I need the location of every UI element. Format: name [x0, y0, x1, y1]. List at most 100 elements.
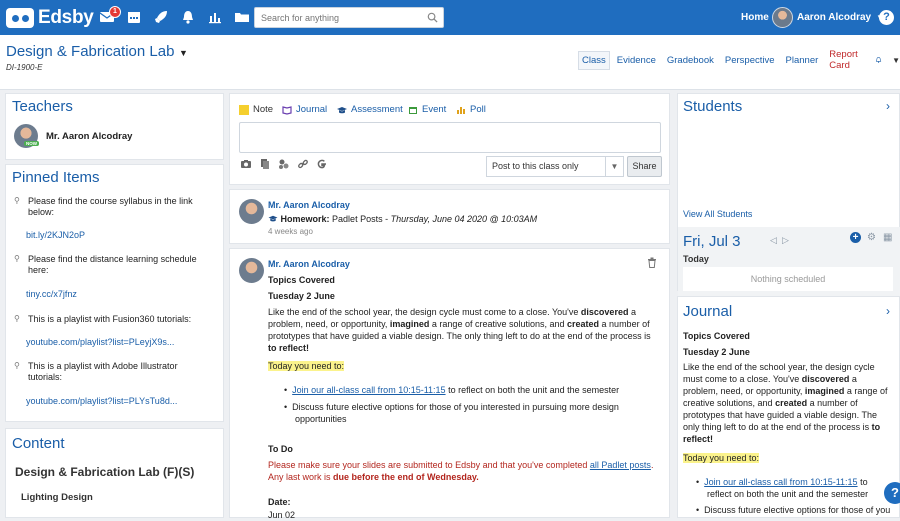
user-menu[interactable]: Aaron Alcodray ▼ [772, 7, 884, 28]
search-box[interactable] [254, 7, 444, 28]
need-line: Today you need to: [268, 360, 345, 372]
post-text-area[interactable] [239, 122, 661, 153]
edsby-logo[interactable]: Edsby [6, 7, 94, 29]
content-course-title[interactable]: Design & Fabrication Lab (F)(S) [15, 465, 194, 479]
todo-deadline: due before the end of Wednesday. [333, 472, 479, 482]
share-button[interactable]: Share [627, 156, 662, 177]
calendar-icon[interactable] [126, 9, 142, 25]
shapes-icon[interactable] [278, 158, 290, 170]
tab-report-card[interactable]: Report Card [825, 45, 870, 75]
chevron-right-icon[interactable]: › [886, 99, 890, 113]
type-event[interactable]: Event [408, 104, 446, 115]
type-assessment-label: Assessment [351, 104, 403, 115]
type-note[interactable]: Note [239, 104, 273, 115]
journal-title[interactable]: Journal [683, 303, 732, 320]
teacher-item[interactable]: NOW Mr. Aaron Alcodray [14, 124, 132, 148]
call-link[interactable]: Join our all-class call from 10:15-11:15 [292, 385, 445, 395]
students-panel: Students › View All Students Fri, Jul 3 … [677, 93, 900, 299]
post-age: 4 weeks ago [268, 227, 313, 236]
post-visibility-select[interactable]: Post to this class only ▼ [486, 156, 624, 177]
bullet-text: Discuss future elective options for thos… [292, 402, 619, 424]
event-icon [409, 106, 417, 114]
padlet-link[interactable]: all Padlet posts [590, 460, 651, 470]
chevron-down-icon: ▼ [176, 48, 188, 58]
class-bell-icon[interactable] [875, 55, 882, 65]
class-code: DI-1900-E [6, 63, 43, 72]
class-title[interactable]: Design & Fabrication Lab ▼ [6, 43, 188, 60]
todo-text-part: . [650, 460, 654, 470]
author-avatar[interactable] [239, 258, 264, 283]
pinned-item-text: This is a playlist with Adobe Illustrato… [28, 361, 178, 382]
bell-icon[interactable] [180, 9, 196, 25]
journal-icon [282, 105, 292, 115]
journal-heading: Topics Covered [683, 331, 750, 341]
home-link[interactable]: Home [741, 12, 769, 23]
link-icon[interactable] [297, 158, 309, 170]
edsby-logo-icon [6, 8, 34, 28]
type-assessment[interactable]: Assessment [337, 104, 403, 115]
post-heading: Topics Covered [268, 275, 335, 285]
calendar-view-icon[interactable]: ▦ [883, 232, 892, 243]
teacher-avatar: NOW [14, 124, 39, 148]
post-author[interactable]: Mr. Aaron Alcodray [268, 259, 350, 269]
teachers-title: Teachers [12, 98, 73, 115]
pinned-item-link[interactable]: youtube.com/playlist?list=PLYsTu8d... [26, 396, 177, 406]
tab-gradebook[interactable]: Gradebook [663, 51, 718, 70]
tab-class[interactable]: Class [578, 50, 610, 70]
mortarboard-icon [268, 215, 278, 222]
view-all-students-link[interactable]: View All Students [683, 209, 752, 219]
calendar-date: Fri, Jul 3 [683, 233, 741, 250]
type-poll[interactable]: Poll [456, 104, 486, 115]
help-icon[interactable]: ? [879, 10, 894, 25]
pinned-item-text: Please find the distance learning schedu… [28, 254, 197, 275]
post-author[interactable]: Mr. Aaron Alcodray [268, 200, 350, 210]
search-input[interactable] [255, 8, 415, 27]
class-header: Design & Fabrication Lab ▼ DI-1900-E Cla… [0, 35, 900, 90]
next-day-icon[interactable]: ▷ [782, 235, 789, 246]
search-icon[interactable] [427, 12, 438, 23]
journal-body: Like the end of the school year, the des… [683, 361, 891, 445]
trash-icon[interactable] [647, 257, 657, 268]
body-bold: imagined [389, 319, 430, 329]
pin-icon: ⚲ [14, 314, 20, 323]
documents-icon[interactable] [259, 158, 271, 170]
prev-day-icon[interactable]: ◁ [770, 235, 777, 246]
author-avatar[interactable] [239, 199, 264, 224]
post-homework-line[interactable]: Homework: Padlet Posts - Thursday, June … [268, 213, 537, 225]
content-title: Content [12, 435, 65, 452]
type-journal-label: Journal [296, 104, 328, 115]
rocket-icon[interactable] [153, 9, 169, 25]
tab-perspective[interactable]: Perspective [721, 51, 779, 70]
chevron-right-icon[interactable]: › [886, 304, 890, 318]
body-bold: created [775, 398, 808, 408]
chart-icon[interactable] [207, 9, 223, 25]
floating-help-icon[interactable]: ? [884, 482, 900, 504]
pinned-item: ⚲ Please find the distance learning sched… [14, 254, 208, 276]
content-item[interactable]: Lighting Design [21, 492, 93, 503]
pinned-item-link[interactable]: youtube.com/playlist?list=PLeyjX9s... [26, 337, 174, 347]
add-event-icon[interactable]: + [850, 232, 861, 243]
body-bold: discovered [580, 307, 629, 317]
tab-evidence[interactable]: Evidence [613, 51, 660, 70]
pinned-item-link[interactable]: tiny.cc/x7jfnz [26, 289, 77, 299]
pinned-item-link[interactable]: bit.ly/2KJN2oP [26, 230, 85, 240]
journal-call-link[interactable]: Join our all-class call from 10:15-11:15 [704, 477, 857, 487]
tab-planner[interactable]: Planner [782, 51, 823, 70]
type-journal[interactable]: Journal [282, 104, 327, 115]
composer-tools [240, 158, 328, 170]
brand-name: Edsby [38, 7, 94, 28]
students-title[interactable]: Students [683, 98, 742, 115]
camera-icon[interactable] [240, 158, 252, 170]
bullet-text: to reflect on both the unit and the seme… [445, 385, 620, 395]
gear-icon[interactable]: ⚙ [867, 232, 876, 243]
chevron-down-icon: ▼ [605, 157, 623, 176]
calendar-day: Fri, Jul 3 ◁ ▷ + ⚙ ▦ Today Nothing sched… [678, 227, 900, 299]
user-name: Aaron Alcodray [797, 12, 872, 23]
chevron-down-icon[interactable]: ▼ [892, 56, 900, 65]
mail-count-badge: 1 [109, 6, 121, 18]
user-avatar [772, 7, 793, 28]
now-badge: NOW [24, 141, 39, 146]
google-icon[interactable] [316, 158, 328, 170]
folder-icon[interactable] [234, 9, 250, 25]
journal-date: Tuesday 2 June [683, 347, 750, 357]
